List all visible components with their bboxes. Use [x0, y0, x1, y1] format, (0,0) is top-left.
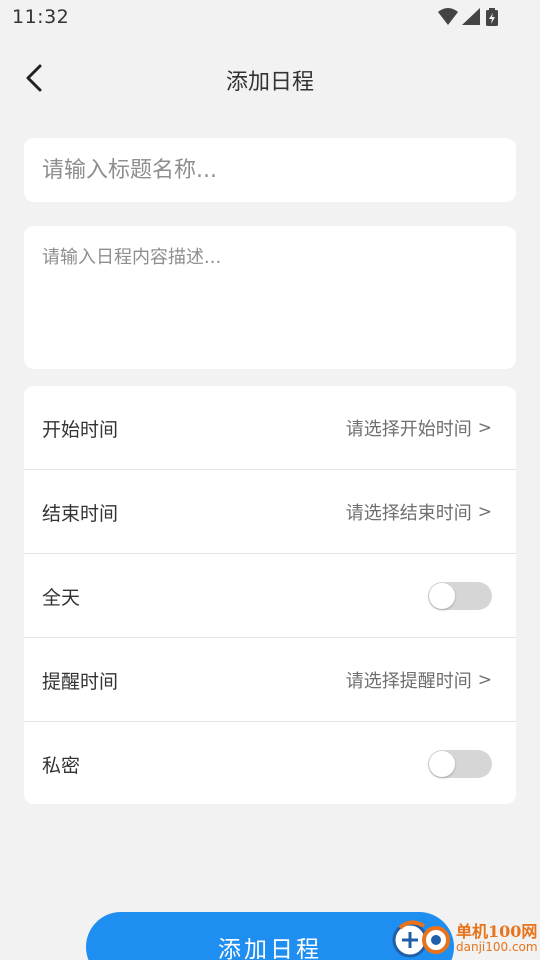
start-time-picker[interactable]: 请选择开始时间 > — [346, 415, 492, 441]
chevron-right-icon: > — [477, 670, 492, 690]
page-title: 添加日程 — [225, 70, 314, 95]
reminder-time-label: 提醒时间 — [42, 670, 119, 693]
private-row: 私密 — [24, 722, 516, 806]
title-input[interactable] — [42, 138, 498, 202]
settings-card: 开始时间 请选择开始时间 > 结束时间 请选择结束时间 > 全天 提醒时间 请选… — [24, 386, 516, 804]
reminder-time-picker[interactable]: 请选择提醒时间 > — [346, 667, 492, 693]
all-day-toggle[interactable] — [428, 582, 492, 610]
start-time-row[interactable]: 开始时间 请选择开始时间 > — [24, 386, 516, 470]
watermark-url: danji100.com — [456, 940, 538, 954]
end-time-label: 结束时间 — [42, 502, 119, 525]
watermark-name: 单机100网 — [456, 922, 538, 941]
reminder-time-row[interactable]: 提醒时间 请选择提醒时间 > — [24, 638, 516, 722]
status-bar: 11:32 — [0, 0, 540, 36]
toggle-knob — [429, 751, 455, 777]
status-time: 11:32 — [12, 6, 70, 28]
status-icons — [438, 8, 500, 28]
end-time-value: 请选择结束时间 — [345, 503, 472, 524]
signal-icon — [462, 8, 480, 25]
private-label: 私密 — [42, 754, 81, 777]
reminder-time-value: 请选择提醒时间 — [345, 671, 472, 692]
watermark-logo-icon — [392, 920, 450, 958]
all-day-label: 全天 — [42, 586, 81, 609]
title-card — [24, 138, 516, 202]
private-toggle[interactable] — [428, 750, 492, 778]
end-time-picker[interactable]: 请选择结束时间 > — [346, 499, 492, 525]
description-input[interactable] — [42, 246, 498, 356]
battery-charging-icon — [486, 8, 498, 26]
chevron-right-icon: > — [477, 502, 492, 522]
all-day-row: 全天 — [24, 554, 516, 638]
wifi-icon — [438, 8, 458, 25]
start-time-value: 请选择开始时间 — [345, 419, 472, 440]
description-card — [24, 226, 516, 369]
app-bar: 添加日程 — [0, 40, 540, 116]
end-time-row[interactable]: 结束时间 请选择结束时间 > — [24, 470, 516, 554]
watermark: 单机100网 danji100.com — [390, 916, 540, 960]
start-time-label: 开始时间 — [42, 418, 119, 441]
toggle-knob — [429, 583, 455, 609]
chevron-right-icon: > — [477, 418, 492, 438]
